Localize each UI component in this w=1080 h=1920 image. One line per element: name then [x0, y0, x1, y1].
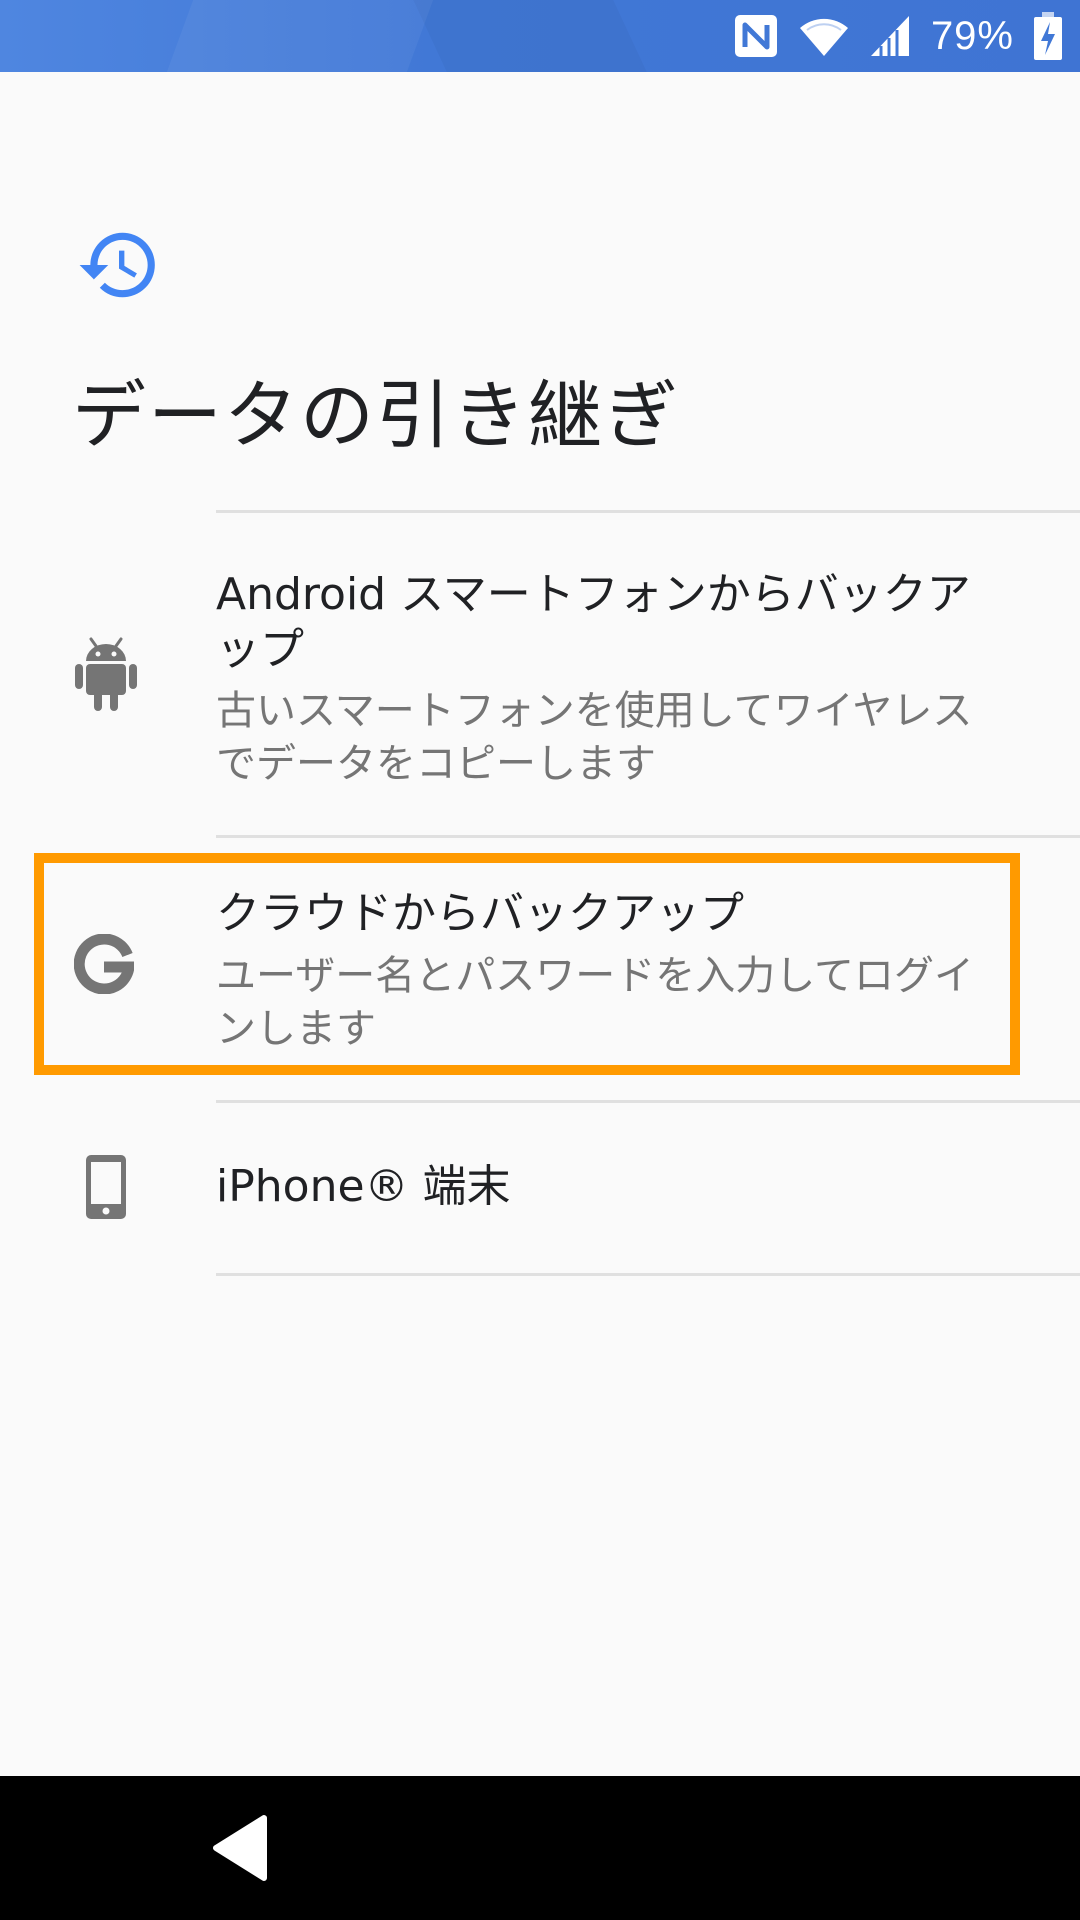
- status-bar: 79%: [0, 0, 1080, 72]
- smartphone-icon: [86, 1155, 126, 1219]
- divider: [216, 1273, 1080, 1276]
- google-icon: [74, 934, 134, 994]
- navigation-bar: [0, 1776, 1080, 1920]
- option-title: クラウドからバックアップ: [216, 888, 744, 939]
- restore-history-icon: [79, 232, 155, 298]
- signal-icon: [870, 16, 909, 56]
- wifi-icon: [799, 18, 848, 56]
- option-subtitle: 古いスマートフォンを使用してワイヤレスでデータをコピーします: [216, 688, 973, 787]
- status-icons: 79%: [733, 0, 1062, 72]
- option-title: Android スマートフォンからバックアップ: [216, 569, 971, 675]
- option-subtitle: ユーザー名とパスワードを入力してログインします: [216, 953, 974, 1052]
- nfc-icon: [734, 15, 777, 57]
- battery-charging-icon: [1034, 12, 1062, 60]
- option-title: iPhone® 端末: [216, 1161, 511, 1212]
- option-android-backup[interactable]: Android スマートフォンからバックアップ 古いスマートフォンを使用してワイ…: [0, 513, 1080, 835]
- battery-percent: 79%: [930, 13, 1014, 58]
- option-cloud-backup[interactable]: クラウドからバックアップ ユーザー名とパスワードを入力してログインします: [0, 838, 1080, 1100]
- screen: 79% データの引き継ぎ Android スマートフォンからバックアップ 古いス…: [0, 0, 1080, 1920]
- option-iphone[interactable]: iPhone® 端末: [0, 1103, 1080, 1273]
- page-title: データの引き継ぎ: [72, 373, 680, 459]
- back-icon[interactable]: [210, 1806, 290, 1890]
- android-icon: [75, 637, 137, 711]
